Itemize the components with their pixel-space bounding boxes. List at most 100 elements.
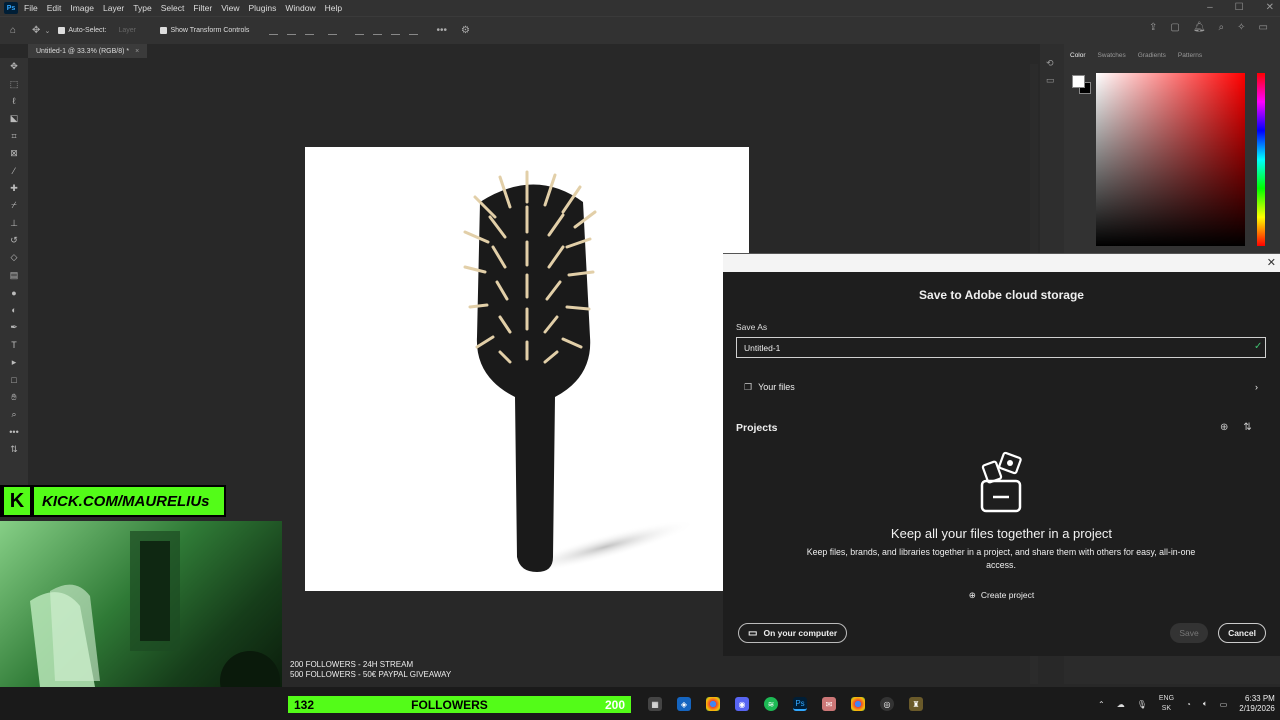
document-canvas[interactable] — [305, 147, 749, 591]
align-left-icon[interactable] — [269, 27, 279, 35]
language-indicator[interactable]: ENG SK — [1159, 694, 1174, 714]
menu-plugins[interactable]: Plugins — [248, 3, 276, 13]
history-brush-icon[interactable]: ↺ — [0, 232, 28, 249]
menu-select[interactable]: Select — [161, 3, 185, 13]
volume-icon[interactable]: 🔈︎ — [1203, 699, 1208, 709]
close-tab-icon[interactable]: × — [135, 48, 139, 55]
game-app-icon[interactable]: ♜ — [909, 697, 923, 711]
gradient-tool-icon[interactable]: ▤ — [0, 267, 28, 284]
blur-tool-icon[interactable]: ● — [0, 284, 28, 301]
dodge-tool-icon[interactable]: ◐ — [0, 301, 28, 318]
menu-file[interactable]: File — [24, 3, 38, 13]
tab-gradients[interactable]: Gradients — [1138, 52, 1166, 59]
healing-tool-icon[interactable]: ✚ — [0, 180, 28, 197]
history-icon[interactable]: ⟲ — [1040, 44, 1064, 69]
clock[interactable]: 6:33 PM 2/19/2026 — [1239, 694, 1275, 714]
comments-icon[interactable]: ▭ — [1040, 69, 1064, 86]
shape-tool-icon[interactable]: □ — [0, 371, 28, 388]
marquee-tool-icon[interactable]: ⬚ — [0, 75, 28, 92]
chrome-app-icon[interactable] — [706, 697, 720, 711]
move-tool-icon[interactable]: ✥ — [32, 25, 40, 36]
your-files-row[interactable]: ❐ Your files › — [736, 374, 1266, 400]
cloud-icon[interactable]: ☁ — [1117, 700, 1125, 709]
show-transform-checkbox[interactable]: Show Transform Controls — [160, 27, 249, 34]
comment-icon[interactable]: ▢ — [1170, 22, 1179, 33]
move-tool-icon[interactable]: ✥ — [0, 58, 28, 75]
discord-app-icon[interactable]: ◉ — [735, 697, 749, 711]
close-window-icon[interactable]: ✕ — [1266, 2, 1274, 13]
menu-type[interactable]: Type — [133, 3, 151, 13]
photoshop-app-icon[interactable]: Ps — [793, 697, 807, 711]
menu-image[interactable]: Image — [70, 3, 94, 13]
minimize-icon[interactable]: – — [1207, 2, 1213, 13]
search-icon[interactable]: ⌕ — [1219, 22, 1225, 33]
filename-input[interactable] — [736, 337, 1266, 358]
distribute-icon[interactable] — [328, 27, 338, 35]
crop-tool-icon[interactable]: ⌗ — [0, 128, 28, 145]
mic-icon[interactable]: 🎙︎ — [1137, 700, 1147, 709]
bell-icon[interactable]: 🔔︎ — [1193, 22, 1206, 33]
color-picker-field[interactable] — [1096, 73, 1245, 246]
pen-tool-icon[interactable]: ✒ — [0, 319, 28, 336]
frame-tool-icon[interactable]: ⊠ — [0, 145, 28, 162]
workspace-icon[interactable]: ▭ — [1259, 22, 1268, 33]
menu-edit[interactable]: Edit — [47, 3, 62, 13]
eraser-tool-icon[interactable]: ◇ — [0, 249, 28, 266]
home-icon[interactable]: ⌂ — [10, 25, 16, 36]
color-swap-icon[interactable]: ⇅ — [0, 441, 28, 458]
zoom-tool-icon[interactable]: ⌕ — [0, 406, 28, 423]
stamp-tool-icon[interactable]: ⊥ — [0, 215, 28, 232]
create-project-button[interactable]: ⊕ Create project — [723, 590, 1280, 601]
object-select-tool-icon[interactable]: ⬕ — [0, 110, 28, 127]
obs-app-icon[interactable]: ◎ — [880, 697, 894, 711]
sort-icon[interactable]: ⇅ — [1243, 422, 1251, 433]
tab-color[interactable]: Color — [1070, 52, 1086, 59]
spotify-app-icon[interactable]: ≋ — [764, 697, 778, 711]
settings-gear-icon[interactable]: ⚙ — [461, 25, 470, 36]
new-project-icon[interactable]: ⊕ — [1220, 422, 1228, 433]
type-tool-icon[interactable]: T — [0, 336, 28, 353]
layer-dropdown[interactable]: Layer — [118, 27, 152, 34]
align-bottom-icon[interactable] — [391, 27, 401, 35]
chrome-profile-icon[interactable] — [851, 697, 865, 711]
tab-patterns[interactable]: Patterns — [1178, 52, 1202, 59]
align-center-icon[interactable] — [287, 27, 297, 35]
document-tab[interactable]: Untitled-1 @ 33.3% (RGB/8) * × — [28, 44, 148, 58]
chevron-up-icon[interactable]: ⌃ — [1098, 700, 1105, 709]
eyedropper-tool-icon[interactable]: ⁄ — [0, 162, 28, 179]
menu-view[interactable]: View — [221, 3, 239, 13]
brush-tool-icon[interactable]: ⌿ — [0, 197, 28, 214]
battery-icon[interactable]: ▭ — [1220, 700, 1228, 709]
calendar-app-icon[interactable]: ▦ — [648, 697, 662, 711]
followers-count: 132 — [294, 697, 315, 712]
mail-app-icon[interactable]: ✉ — [822, 697, 836, 711]
share-icon[interactable]: ⇪ — [1149, 22, 1157, 33]
align-right-icon[interactable] — [305, 27, 315, 35]
hue-slider[interactable] — [1257, 73, 1265, 246]
lasso-tool-icon[interactable]: ℓ — [0, 93, 28, 110]
tab-swatches[interactable]: Swatches — [1098, 52, 1126, 59]
wifi-icon[interactable]: ◔ — [1186, 700, 1191, 709]
path-select-icon[interactable]: ▸ — [0, 354, 28, 371]
maximize-icon[interactable]: ☐ — [1235, 2, 1244, 13]
menu-filter[interactable]: Filter — [193, 3, 212, 13]
menu-layer[interactable]: Layer — [103, 3, 124, 13]
align-top-icon[interactable] — [355, 27, 365, 35]
clock-time: 6:33 PM — [1245, 694, 1275, 703]
more-icon[interactable]: ••• — [436, 25, 447, 36]
distribute-v-icon[interactable] — [409, 27, 419, 35]
auto-select-checkbox[interactable]: Auto-Select: — [58, 27, 106, 34]
align-middle-icon[interactable] — [373, 27, 383, 35]
lightbulb-icon[interactable]: ✧ — [1237, 22, 1245, 33]
store-app-icon[interactable]: ◈ — [677, 697, 691, 711]
close-icon[interactable]: ✕ — [1267, 256, 1276, 269]
menu-window[interactable]: Window — [285, 3, 315, 13]
save-button[interactable]: Save — [1170, 623, 1208, 643]
chevron-down-icon[interactable]: ⌄ — [44, 27, 50, 35]
foreground-color-swatch[interactable] — [1072, 75, 1085, 88]
on-computer-button[interactable]: ▭ On your computer — [738, 623, 848, 643]
menu-help[interactable]: Help — [325, 3, 342, 13]
hand-tool-icon[interactable]: ✋︎ — [0, 388, 28, 405]
cancel-button[interactable]: Cancel — [1218, 623, 1266, 643]
more-tools-icon[interactable]: ••• — [0, 423, 28, 440]
